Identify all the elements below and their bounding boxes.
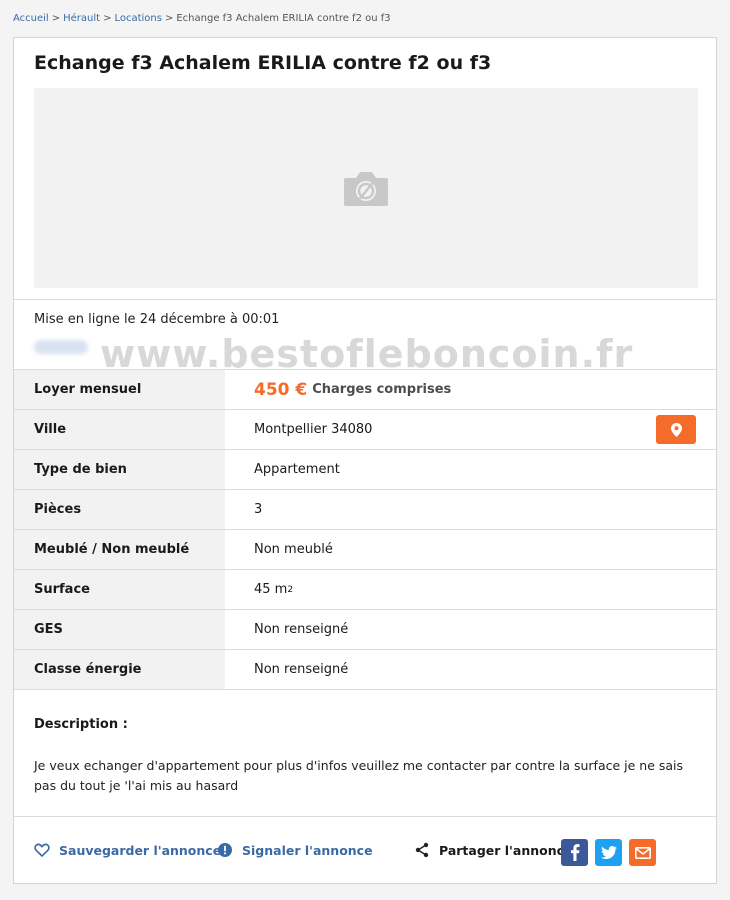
breadcrumb-category[interactable]: Locations	[114, 13, 162, 24]
seller-name-blurred	[34, 340, 88, 354]
attribute-value: Non renseigné	[254, 662, 349, 677]
attribute-label: Loyer mensuel	[14, 370, 225, 409]
attribute-label: Type de bien	[14, 450, 225, 489]
description-text: Je veux echanger d'appartement pour plus…	[34, 758, 684, 793]
camera-off-icon	[344, 172, 388, 206]
map-button[interactable]	[656, 415, 696, 444]
attribute-label: Meublé / Non meublé	[14, 530, 225, 569]
posted-date: Mise en ligne le 24 décembre à 00:01	[34, 312, 280, 327]
attribute-label: GES	[14, 610, 225, 649]
report-listing-button[interactable]: Signaler l'annonce	[217, 842, 373, 858]
share-twitter-button[interactable]	[595, 839, 622, 866]
share-icon	[414, 842, 430, 858]
share-facebook-button[interactable]	[561, 839, 588, 866]
divider	[14, 299, 716, 300]
twitter-icon	[600, 846, 617, 859]
share-email-button[interactable]	[629, 839, 656, 866]
listing-photo-placeholder[interactable]	[34, 88, 698, 288]
attribute-value: Appartement	[254, 462, 340, 477]
attribute-value: 450 € Charges comprises	[254, 370, 451, 409]
heart-icon	[34, 842, 50, 858]
attribute-value: 45 m2	[254, 570, 293, 609]
facebook-icon	[570, 844, 579, 861]
breadcrumb-current: Echange f3 Achalem ERILIA contre f2 ou f…	[176, 13, 391, 24]
attribute-row-ville: Ville Montpellier 34080	[14, 409, 716, 449]
share-listing-label: Partager l'annonce	[439, 842, 573, 858]
surface-unit-exponent: 2	[287, 584, 294, 595]
save-listing-button[interactable]: Sauvegarder l'annonce	[34, 842, 221, 858]
listing-card: Echange f3 Achalem ERILIA contre f2 ou f…	[13, 37, 717, 884]
breadcrumb-separator: >	[103, 13, 112, 24]
attribute-row-surface: Surface 45 m2	[14, 569, 716, 609]
actions-bar: Sauvegarder l'annonce Signaler l'annonce…	[14, 816, 716, 887]
breadcrumb-home[interactable]: Accueil	[13, 13, 49, 24]
report-listing-label: Signaler l'annonce	[242, 842, 373, 858]
attribute-row-pieces: Pièces 3	[14, 489, 716, 529]
save-listing-label: Sauvegarder l'annonce	[59, 842, 222, 858]
attribute-row-loyer: Loyer mensuel 450 € Charges comprises	[14, 369, 716, 409]
breadcrumb: Accueil > Hérault > Locations > Echange f3 Ach…	[13, 13, 391, 24]
price: 450 €	[254, 379, 308, 400]
attribute-value: Non meublé	[254, 542, 333, 557]
attribute-row-type: Type de bien Appartement	[14, 449, 716, 489]
map-pin-icon	[670, 422, 682, 437]
email-icon	[634, 846, 651, 859]
listing-title: Echange f3 Achalem ERILIA contre f2 ou f…	[34, 52, 492, 74]
attributes-table: Loyer mensuel 450 € Charges comprises Vi…	[14, 369, 716, 690]
breadcrumb-separator: >	[51, 13, 61, 24]
breadcrumb-separator: >	[164, 13, 174, 24]
attribute-row-energie: Classe énergie Non renseigné	[14, 649, 716, 690]
attribute-row-ges: GES Non renseigné	[14, 609, 716, 649]
attribute-label: Classe énergie	[14, 650, 225, 689]
attribute-label: Pièces	[14, 490, 225, 529]
attribute-row-meuble: Meublé / Non meublé Non meublé	[14, 529, 716, 569]
price-note: Charges comprises	[312, 382, 452, 397]
alert-icon	[217, 842, 233, 858]
attribute-value: Non renseigné	[254, 622, 349, 637]
breadcrumb-region[interactable]: Hérault	[63, 13, 100, 24]
attribute-label: Ville	[14, 410, 225, 449]
attribute-value: 3	[254, 502, 263, 517]
attribute-value: Montpellier 34080	[254, 422, 373, 437]
description-title: Description :	[34, 717, 128, 732]
attribute-label: Surface	[14, 570, 225, 609]
surface-value: 45 m	[254, 582, 288, 597]
share-listing-button[interactable]: Partager l'annonce	[414, 842, 573, 858]
